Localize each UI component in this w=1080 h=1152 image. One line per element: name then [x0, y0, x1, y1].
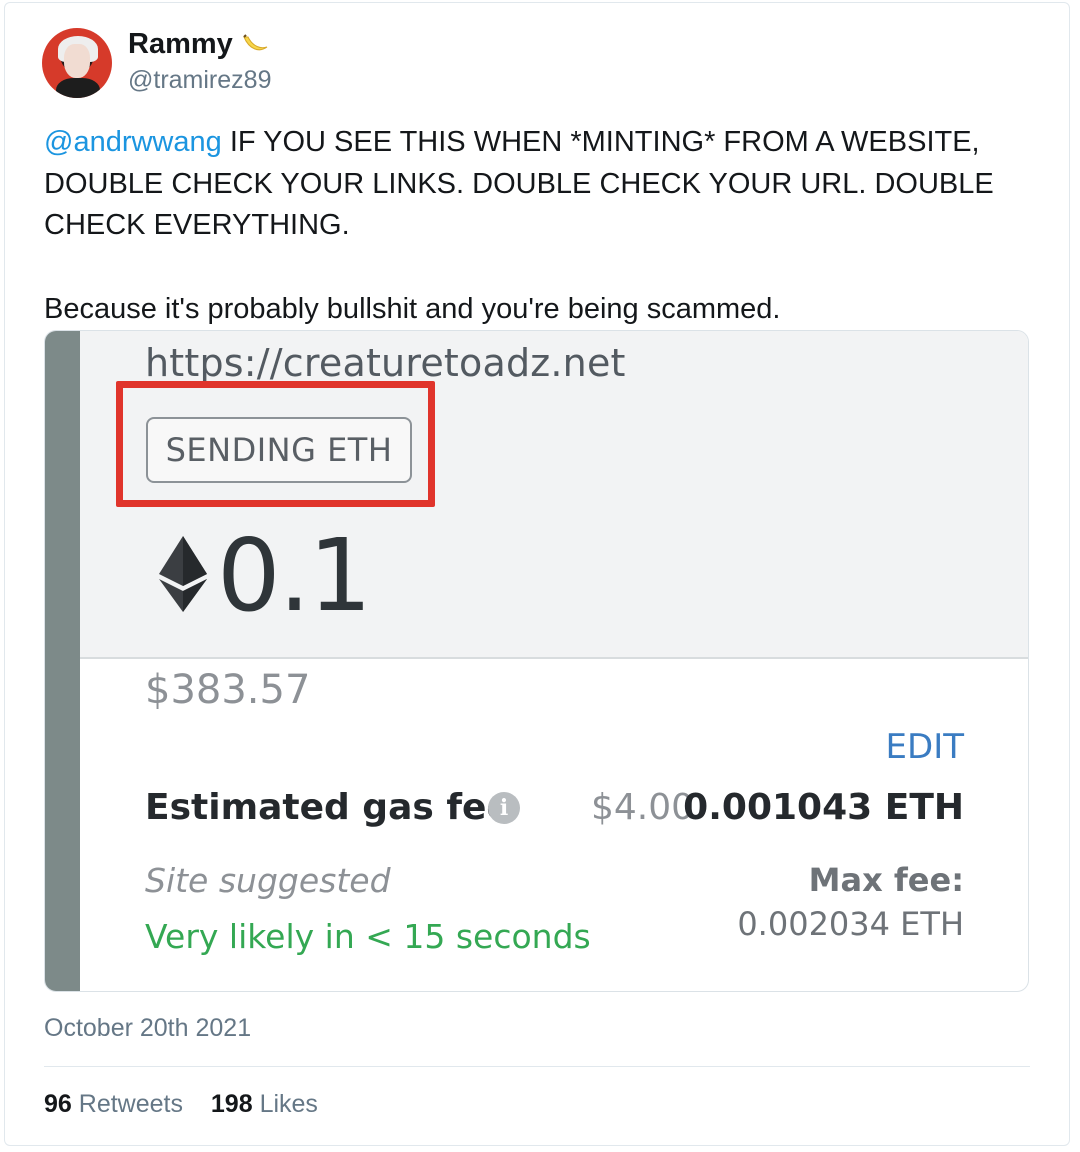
site-url: https://creaturetoadz.net — [145, 341, 626, 385]
gas-fee-eth: 0.001043 ETH — [683, 787, 964, 828]
author-name[interactable]: Rammy — [128, 28, 269, 61]
usd-value: $383.57 — [145, 667, 311, 713]
tweet-text: @andrwwang IF YOU SEE THIS WHEN *MINTING… — [44, 122, 1044, 330]
site-suggested-label: Site suggested — [145, 861, 391, 900]
estimated-gas-fee-label: Estimated gas fee — [145, 787, 511, 828]
max-fee-label: Max fee: — [808, 861, 964, 899]
edit-button[interactable]: EDIT — [886, 727, 964, 767]
author-name-text[interactable]: Rammy — [128, 28, 233, 60]
tweet-text-paragraph2: Because it's probably bullshit and you'r… — [44, 292, 781, 325]
ethereum-icon — [159, 536, 207, 612]
tweet-stats: 96 Retweets 198 Likes — [44, 1090, 318, 1119]
author-handle[interactable]: @tramirez89 — [128, 66, 271, 95]
gas-fee-usd: $4.00 — [591, 787, 695, 828]
wallet-side-stripe — [45, 331, 80, 991]
banana-icon — [243, 34, 268, 51]
avatar[interactable] — [42, 28, 112, 98]
divider — [44, 1066, 1030, 1067]
eth-amount: 0.1 — [217, 517, 372, 634]
likes-count[interactable]: 198 — [211, 1090, 253, 1118]
tweet-media-image[interactable]: https://creaturetoadz.net SENDING ETH 0.… — [44, 330, 1029, 992]
max-fee-value: 0.002034 ETH — [737, 905, 964, 943]
info-icon[interactable]: i — [488, 792, 520, 824]
retweets-count[interactable]: 96 — [44, 1090, 72, 1118]
confirmation-time-estimate: Very likely in < 15 seconds — [145, 917, 591, 956]
mention-link[interactable]: @andrwwang — [44, 126, 222, 158]
tweet-date[interactable]: October 20th 2021 — [44, 1014, 251, 1043]
likes-label[interactable]: Likes — [260, 1090, 318, 1118]
sending-eth-badge: SENDING ETH — [146, 417, 412, 483]
retweets-label[interactable]: Retweets — [79, 1090, 183, 1118]
